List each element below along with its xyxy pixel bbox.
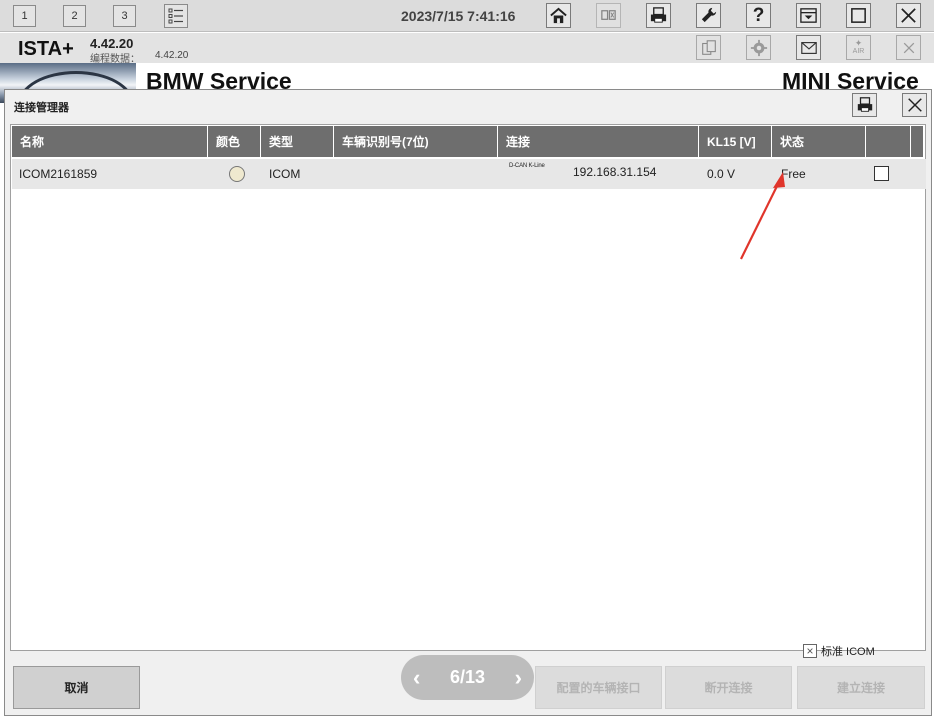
- column-header-name[interactable]: 名称: [12, 126, 208, 157]
- row-select-checkbox[interactable]: [874, 166, 889, 181]
- connection-manager-dialog: 连接管理器 名称 颜色 类型 车辆识别号(7位) 连接 KL15 [V] 状态 …: [4, 89, 932, 716]
- next-arrow-icon[interactable]: ›: [515, 665, 522, 691]
- column-header-color[interactable]: 颜色: [208, 126, 261, 157]
- column-header-spacer: [911, 126, 923, 157]
- dialog-title: 连接管理器: [14, 102, 69, 114]
- app-header-bar: ISTA+ 4.42.20 编程数据： 4.42.20 ✦ AIR: [0, 33, 934, 65]
- programming-data-version: 4.42.20: [155, 50, 189, 61]
- wrench-icon: [701, 7, 717, 23]
- dropdown-icon: [800, 8, 817, 23]
- close-icon: [901, 8, 916, 23]
- configure-interface-button[interactable]: 配置的车辆接口: [535, 666, 662, 709]
- column-header-select[interactable]: [866, 126, 911, 157]
- settings-button[interactable]: [746, 35, 771, 60]
- close-icon: [907, 98, 922, 112]
- disconnect-button[interactable]: 断开连接: [665, 666, 792, 709]
- home-button[interactable]: [546, 3, 571, 28]
- column-header-status[interactable]: 状态: [772, 126, 866, 157]
- air-icon: ✦: [854, 38, 863, 48]
- air-label: AIR: [852, 48, 865, 55]
- air-button[interactable]: ✦ AIR: [846, 35, 871, 60]
- copy-button[interactable]: [696, 35, 721, 60]
- print-icon: [857, 97, 872, 112]
- window-button[interactable]: [846, 3, 871, 28]
- compare-button[interactable]: [596, 3, 621, 28]
- dialog-close-button[interactable]: [902, 93, 927, 117]
- header-close-button[interactable]: [896, 35, 921, 60]
- dialog-print-button[interactable]: [852, 93, 877, 117]
- compare-icon: [601, 10, 616, 20]
- kl15-voltage: 0.0 V: [707, 167, 736, 181]
- standard-icom-checkbox[interactable]: ×: [803, 644, 817, 658]
- tools-button[interactable]: [696, 3, 721, 28]
- datetime-display: 2023/7/15 7:41:16: [401, 8, 516, 24]
- interface-table: 名称 颜色 类型 车辆识别号(7位) 连接 KL15 [V] 状态 ICOM21…: [10, 124, 926, 651]
- mail-icon: [800, 41, 817, 54]
- standard-icom-option[interactable]: × 标准 ICOM: [803, 643, 875, 659]
- standard-icom-label: 标准 ICOM: [821, 646, 875, 658]
- dropdown-button[interactable]: [796, 3, 821, 28]
- screen-2-button[interactable]: 2: [63, 5, 86, 27]
- table-header: 名称 颜色 类型 车辆识别号(7位) 连接 KL15 [V] 状态: [12, 126, 923, 157]
- connection-protocol: D-CAN K-Line: [509, 163, 545, 169]
- column-header-vin[interactable]: 车辆识别号(7位): [334, 126, 498, 157]
- table-row[interactable]: ICOM2161859 ICOM D-CAN K-Line 192.168.31…: [12, 159, 926, 189]
- list-icon: [168, 8, 183, 24]
- help-icon: ?: [752, 4, 765, 26]
- app-name: ISTA+: [18, 38, 74, 60]
- interface-type: ICOM: [269, 167, 301, 181]
- home-icon: [550, 7, 567, 24]
- connection-ip: 192.168.31.154: [573, 165, 657, 179]
- print-icon: [650, 7, 667, 23]
- previous-arrow-icon[interactable]: ‹: [413, 665, 420, 691]
- screen-1-button[interactable]: 1: [13, 5, 36, 27]
- connect-button[interactable]: 建立连接: [797, 666, 925, 709]
- mail-button[interactable]: [796, 35, 821, 60]
- column-header-connection[interactable]: 连接: [498, 126, 699, 157]
- pager-label: 6/13: [449, 667, 486, 687]
- app-close-button[interactable]: [896, 3, 921, 28]
- column-header-type[interactable]: 类型: [261, 126, 334, 157]
- close-icon: [903, 42, 914, 53]
- cancel-button[interactable]: 取消: [13, 666, 140, 709]
- help-button[interactable]: ?: [746, 3, 771, 28]
- column-header-kl15[interactable]: KL15 [V]: [699, 126, 772, 157]
- screen-3-button[interactable]: 3: [113, 5, 136, 27]
- app-version: 4.42.20: [90, 36, 134, 51]
- list-button[interactable]: [164, 4, 188, 28]
- interface-status: Free: [781, 167, 806, 181]
- interface-name: ICOM2161859: [19, 167, 98, 181]
- gear-icon: [750, 39, 767, 56]
- top-toolbar: 1 2 3 2023/7/15 7:41:16 ?: [0, 0, 934, 32]
- copy-icon: [701, 39, 716, 55]
- print-button[interactable]: [646, 3, 671, 28]
- color-indicator: [229, 166, 245, 182]
- image-pager: ‹ 6/13 ›: [401, 655, 534, 700]
- window-icon: [851, 8, 866, 23]
